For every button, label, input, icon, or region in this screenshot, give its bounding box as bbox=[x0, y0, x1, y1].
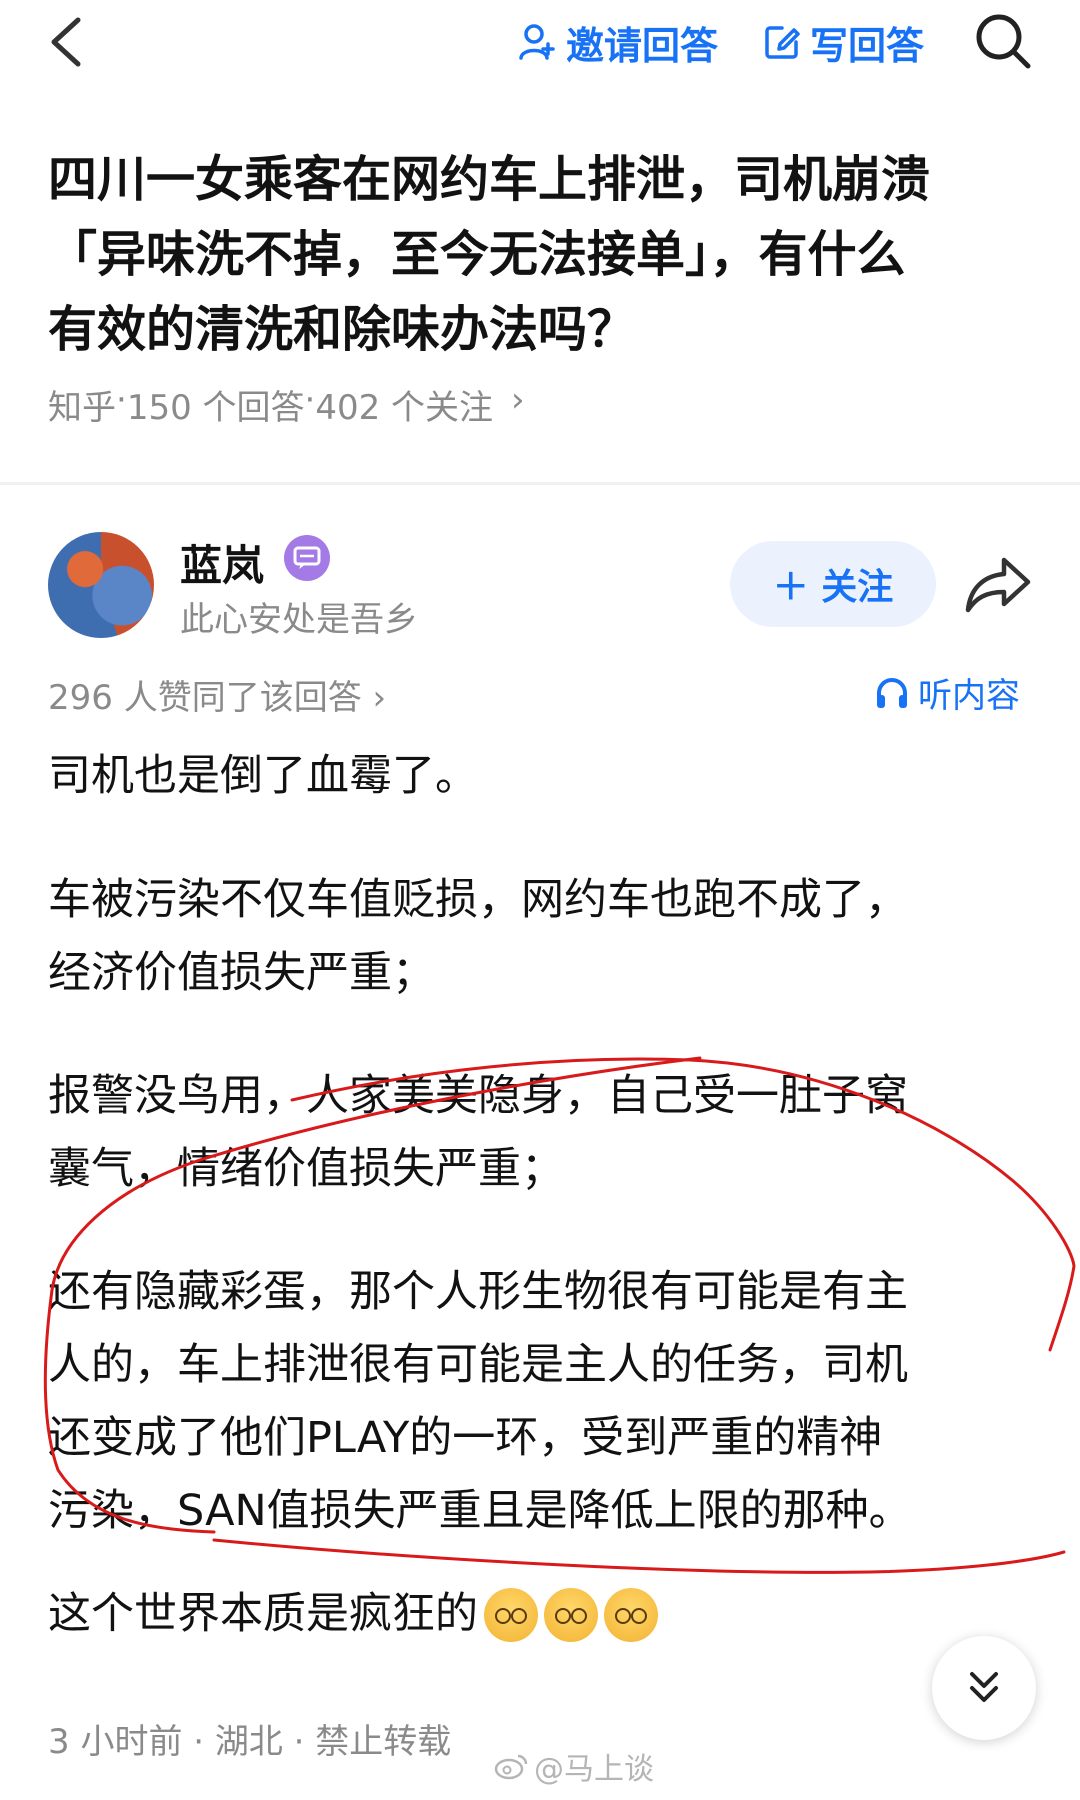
answer-count: 150 个回答 bbox=[126, 388, 305, 428]
write-answer-label: 写回答 bbox=[810, 23, 925, 68]
answer-paragraph: 车被污染不仅车值贬损，网约车也跑不成了， 经济价值损失严重； bbox=[48, 864, 1038, 1010]
author-name[interactable]: 蓝岚 bbox=[180, 532, 264, 593]
question-title-line: 有效的清洗和除味办法吗？ bbox=[48, 301, 637, 358]
watermark-text: @马上谈 bbox=[534, 1752, 654, 1787]
dizzy-face-emoji-icon bbox=[484, 1587, 538, 1642]
chevron-left-icon bbox=[51, 17, 81, 67]
share-arrow-icon bbox=[965, 557, 1031, 613]
answer-paragraph: 司机也是倒了血霉了。 bbox=[48, 740, 1038, 813]
section-divider bbox=[0, 482, 1080, 485]
edit-icon bbox=[765, 26, 800, 59]
search-button[interactable] bbox=[972, 10, 1034, 72]
dizzy-face-emoji-icon bbox=[604, 1587, 658, 1642]
answer-line: 还变成了他们PLAY的一环，受到严重的精神 bbox=[48, 1413, 883, 1463]
verified-badge-icon bbox=[284, 535, 330, 581]
separator: · bbox=[304, 380, 316, 420]
invite-user-icon bbox=[519, 24, 555, 60]
listen-label: 听内容 bbox=[918, 676, 1020, 716]
question-title-line: 四川一女乘客在网约车上排泄，司机崩溃 bbox=[48, 151, 931, 208]
answer-meta-footer: 3 小时前 · 湖北 · 禁止转载 bbox=[48, 1722, 452, 1762]
answer-line: 报警没鸟用，人家美美隐身，自己受一肚子窝 bbox=[48, 1071, 908, 1121]
question-title-line: 「异味洗不掉，至今无法接单」，有什么 bbox=[48, 226, 906, 283]
source-label: 知乎 bbox=[48, 388, 116, 428]
answer-paragraph: 这个世界本质是疯狂的 bbox=[48, 1578, 1038, 1651]
answer-line: 还有隐藏彩蛋，那个人形生物很有可能是有主 bbox=[48, 1267, 908, 1317]
avatar[interactable] bbox=[48, 532, 154, 638]
answer-line: 人的，车上排泄很有可能是主人的任务，司机 bbox=[48, 1340, 908, 1390]
separator: · bbox=[116, 380, 127, 420]
write-answer-button[interactable]: 写回答 bbox=[762, 14, 924, 70]
listen-button[interactable]: 听内容 bbox=[874, 668, 1020, 717]
answer-line: 经济价值损失严重； bbox=[48, 948, 435, 998]
question-title[interactable]: 四川一女乘客在网约车上排泄，司机崩溃 「异味洗不掉，至今无法接单」，有什么 有效… bbox=[48, 142, 1038, 367]
vote-count[interactable]: 296 人赞同了该回答 › bbox=[48, 670, 386, 719]
weibo-logo-icon bbox=[494, 1754, 528, 1780]
answer-paragraph: 报警没鸟用，人家美美隐身，自己受一肚子窝 囊气，情绪价值损失严重； bbox=[48, 1060, 1038, 1206]
share-button[interactable] bbox=[964, 552, 1034, 616]
follow-label: ＋ 关注 bbox=[772, 567, 894, 608]
headphones-icon bbox=[877, 677, 907, 708]
search-icon bbox=[976, 14, 1031, 69]
invite-answer-label: 邀请回答 bbox=[566, 23, 719, 68]
question-meta[interactable]: 知乎 · 150 个回答 · 402 个关注 › bbox=[48, 380, 525, 429]
answer-line: 囊气，情绪价值损失严重； bbox=[48, 1144, 564, 1194]
answer-paragraph: 还有隐藏彩蛋，那个人形生物很有可能是有主 人的，车上排泄很有可能是主人的任务，司… bbox=[48, 1256, 1038, 1548]
answer-line: 车被污染不仅车值贬损，网约车也跑不成了， bbox=[48, 875, 908, 925]
author-bio: 此心安处是吾乡 bbox=[180, 600, 418, 640]
weibo-watermark: @马上谈 bbox=[494, 1744, 654, 1788]
double-chevron-down-icon bbox=[970, 1672, 998, 1702]
follow-button[interactable]: ＋ 关注 bbox=[730, 541, 936, 627]
invite-answer-button[interactable]: 邀请回答 bbox=[518, 14, 718, 70]
back-button[interactable] bbox=[40, 12, 100, 72]
answer-line: 污染，SAN值损失严重且是降低上限的那种。 bbox=[48, 1486, 912, 1536]
scroll-to-next-button[interactable] bbox=[932, 1636, 1036, 1740]
dizzy-face-emoji-icon bbox=[544, 1587, 598, 1642]
answer-line: 司机也是倒了血霉了。 bbox=[48, 751, 478, 801]
follower-count: 402 个关注 bbox=[315, 388, 494, 428]
answer-line: 这个世界本质是疯狂的 bbox=[48, 1589, 478, 1639]
chevron-right-icon: › bbox=[511, 380, 525, 420]
